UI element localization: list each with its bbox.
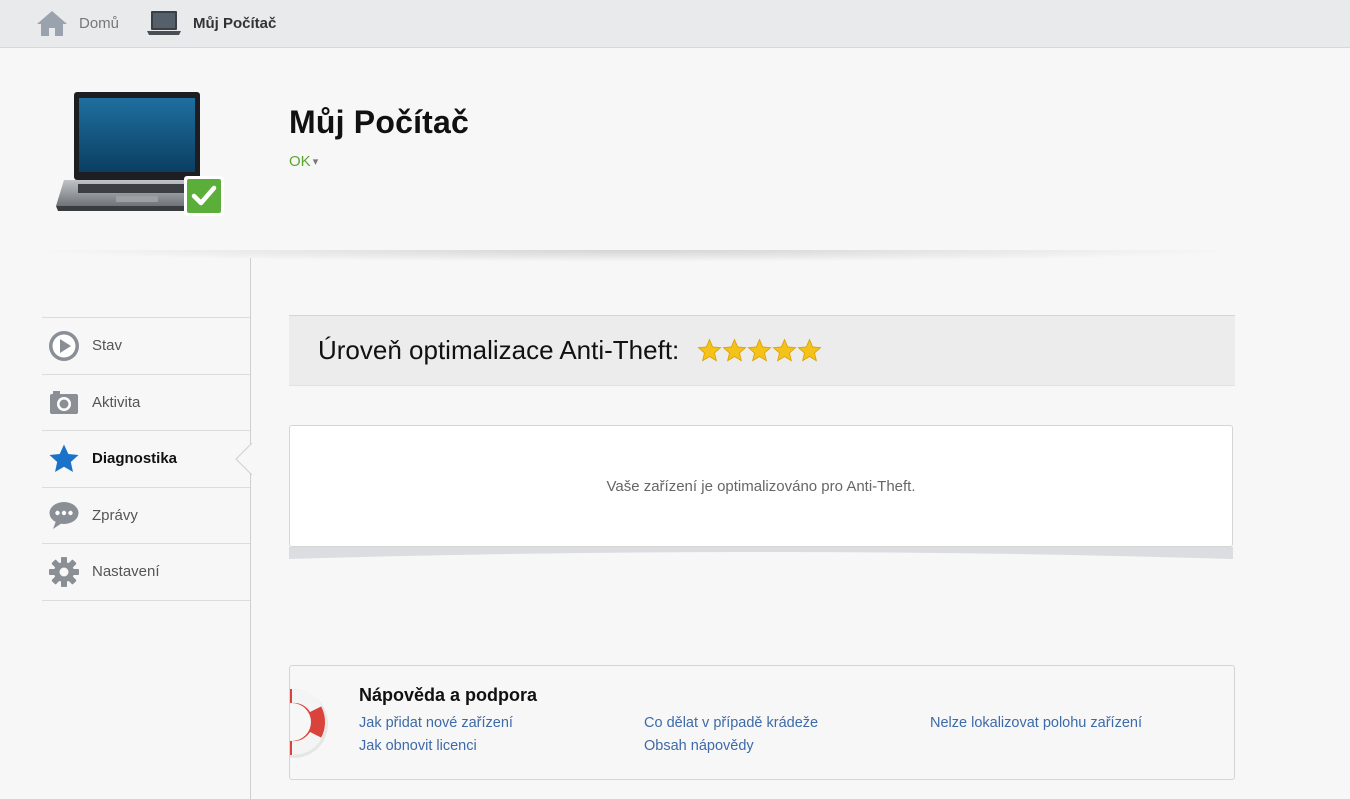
- active-indicator: [235, 443, 252, 475]
- sidebar-item-zpravy[interactable]: Zprávy: [42, 488, 250, 544]
- rating-star-icon: [722, 338, 747, 362]
- rating-star-icon: [772, 338, 797, 362]
- chat-bubble-icon: [48, 499, 80, 531]
- help-link-theft[interactable]: Co dělat v případě krádeže: [644, 715, 818, 731]
- help-link-renew-license[interactable]: Jak obnovit licenci: [359, 738, 477, 754]
- help-title: Nápověda a podpora: [359, 685, 538, 705]
- play-icon: [48, 330, 80, 362]
- rating-star-icon: [697, 338, 722, 362]
- sidebar-divider: [250, 258, 251, 799]
- breadcrumb-home[interactable]: Domů: [36, 0, 119, 46]
- device-laptop-image: [56, 92, 224, 216]
- rating-star-icon: [797, 338, 822, 362]
- gear-icon: [48, 556, 80, 588]
- sidebar-item-label: Stav: [92, 337, 123, 355]
- optimization-message: Vaše zařízení je optimalizováno pro Anti…: [606, 477, 916, 495]
- lifebuoy-icon: [290, 688, 328, 758]
- page-title: Můj Počítač: [289, 104, 470, 140]
- optimization-title: Úroveň optimalizace Anti-Theft:: [318, 335, 680, 365]
- help-link-add-device[interactable]: Jak přidat nové zařízení: [359, 715, 513, 731]
- help-support-box: Nápověda a podpora Jak přidat nové zaříz…: [289, 665, 1235, 780]
- help-link-locate-device[interactable]: Nelze lokalizovat polohu zařízení: [930, 715, 1142, 731]
- sidebar-item-label: Nastavení: [92, 563, 160, 581]
- rating-stars: [697, 338, 822, 363]
- sidebar-item-diagnostika[interactable]: Diagnostika: [42, 431, 252, 488]
- breadcrumb-current-label: Můj Počítač: [193, 14, 277, 32]
- sidebar-nav: Stav Aktivita Diagnostika Zprávy Nastave…: [42, 317, 252, 601]
- sidebar-item-nastaveni[interactable]: Nastavení: [42, 544, 250, 601]
- status-dropdown[interactable]: OK ▾: [289, 153, 318, 170]
- sidebar-item-label: Zprávy: [92, 506, 138, 524]
- top-bar: Domů Můj Počítač: [0, 0, 1350, 48]
- sidebar-item-label: Diagnostika: [92, 450, 178, 468]
- breadcrumb-home-label: Domů: [79, 14, 120, 32]
- header-divider: [20, 250, 1250, 262]
- sidebar-item-stav[interactable]: Stav: [42, 318, 250, 375]
- help-link-help-contents[interactable]: Obsah nápovědy: [644, 738, 754, 754]
- sidebar-item-label: Aktivita: [92, 393, 141, 411]
- card-shadow: [289, 547, 1233, 559]
- laptop-icon: [147, 11, 181, 35]
- rating-star-icon: [747, 338, 772, 362]
- breadcrumb-current: Můj Počítač: [147, 0, 276, 46]
- optimization-message-card: Vaše zařízení je optimalizováno pro Anti…: [289, 425, 1233, 547]
- star-icon: [48, 443, 80, 475]
- status-label: OK: [289, 153, 311, 170]
- chevron-down-icon: ▾: [312, 156, 319, 168]
- home-icon: [37, 11, 67, 36]
- optimization-panel: Úroveň optimalizace Anti-Theft:: [289, 315, 1235, 386]
- camera-icon: [48, 386, 80, 418]
- sidebar-item-aktivita[interactable]: Aktivita: [42, 375, 250, 431]
